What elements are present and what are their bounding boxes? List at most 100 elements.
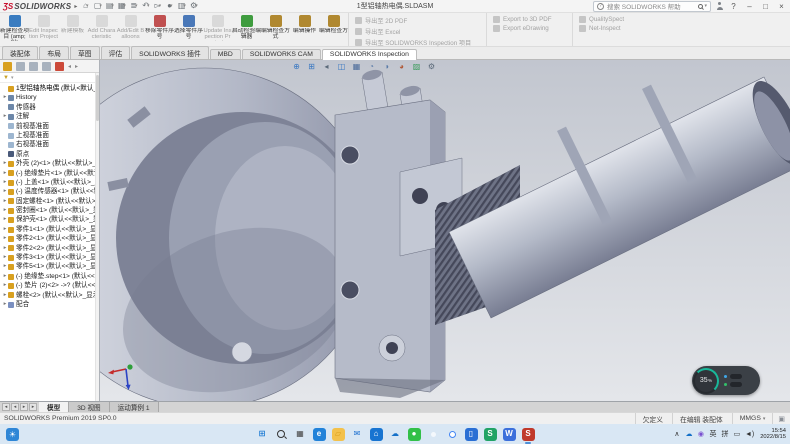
new-template-button[interactable]: 新建模板	[58, 13, 87, 46]
tab-assembly[interactable]: 装配体	[2, 46, 38, 59]
hide-show-items-icon[interactable]: ◑	[380, 60, 393, 72]
export-3d-pdf-button[interactable]: Export to 3D PDF	[493, 16, 568, 23]
wps-icon[interactable]: W	[503, 428, 516, 441]
edit-inspection-project-button[interactable]: Edit Inspection Project	[29, 13, 58, 46]
configurationmanager-tab[interactable]	[29, 62, 38, 71]
recorder-widget[interactable]: 35%	[692, 366, 760, 395]
ime-language-indicator[interactable]: 英	[709, 429, 717, 439]
tree-scrollbar-thumb[interactable]	[96, 75, 99, 121]
tree-item[interactable]: ▸ 零件3<1> (默认<<默认>_显示状态	[0, 253, 99, 262]
tab-sketch[interactable]: 草图	[70, 46, 100, 59]
tray-display-icon[interactable]: ▭	[733, 430, 741, 438]
tray-onedrive-icon[interactable]: ☁	[685, 430, 693, 438]
close-button[interactable]: ×	[776, 2, 787, 11]
tree-item[interactable]: ▸ 外壳 (2)<1> (默认<<默认>_显示状	[0, 159, 99, 168]
task-view-button[interactable]: ▦	[294, 428, 307, 441]
dimxpertmanager-tab[interactable]	[42, 62, 51, 71]
tab-solidworks-cam[interactable]: SOLIDWORKS CAM	[242, 49, 321, 59]
tree-item[interactable]: ▸ 密封圈<1> (默认<<默认>_显示状	[0, 206, 99, 215]
edit-appearance-icon[interactable]: ◕	[395, 60, 408, 72]
tray-chevron-icon[interactable]: ∧	[673, 430, 681, 438]
rebuild-icon[interactable]: ●▾	[165, 1, 174, 12]
tags-icon[interactable]: ▣	[772, 413, 790, 424]
recorder-toggle-2[interactable]	[730, 382, 742, 387]
wechat-icon[interactable]: ●	[408, 428, 421, 441]
export-excel-button[interactable]: 导出至 Excel	[355, 27, 482, 36]
file-explorer-icon[interactable]: ▱	[332, 428, 345, 441]
scroll-first-icon[interactable]: ◂	[2, 403, 10, 411]
photos-icon[interactable]	[427, 428, 440, 441]
tree-item[interactable]: ▸ (-) 绝缘垫片<1> (默认<<默认>_显	[0, 169, 99, 178]
options-icon[interactable]: ⚙▾	[189, 1, 198, 12]
scroll-prev-icon[interactable]: ◂	[11, 403, 19, 411]
export-edrawing-button[interactable]: Export eDrawing	[493, 25, 568, 32]
solidworks-taskbar-icon[interactable]: S	[522, 428, 535, 441]
tree-item[interactable]: ▸ History	[0, 93, 99, 102]
update-inspection-project-button[interactable]: Update Inspection Project	[203, 13, 232, 46]
qualityspect-button[interactable]: QualitySpect	[579, 16, 638, 23]
edit-inspection-data-button[interactable]: 编辑检查方	[319, 13, 348, 46]
featuremanager-tree-tab[interactable]	[3, 62, 12, 71]
remove-balloons-button[interactable]: 移除零件序号	[145, 13, 174, 46]
tab-layout[interactable]: 布局	[39, 46, 69, 59]
file-properties-icon[interactable]: ▥▾	[177, 1, 186, 12]
tree-item[interactable]: ▸ (-) 上盖<1> (默认<<默认>_显示状	[0, 178, 99, 187]
tree-filter-input[interactable]: ▼ ▾	[0, 73, 99, 83]
cad-model-3d-view[interactable]	[100, 60, 790, 401]
edit-operation-button[interactable]: 编辑操作	[290, 13, 319, 46]
zoom-area-icon[interactable]: ⊞	[305, 60, 318, 72]
tree-item[interactable]: 前视基准面	[0, 122, 99, 131]
tree-item[interactable]: 上视基准面	[0, 131, 99, 140]
search-button[interactable]	[275, 428, 288, 441]
save-icon[interactable]: ▦▾	[117, 1, 126, 12]
tree-item[interactable]: 右视基准面	[0, 140, 99, 149]
panel-arrow-left-icon[interactable]: ◂	[68, 63, 71, 70]
tab-mbd[interactable]: MBD	[210, 49, 241, 59]
previous-view-icon[interactable]: ◂	[320, 60, 333, 72]
chrome-icon[interactable]	[446, 428, 459, 441]
net-inspect-button[interactable]: Net-Inspect	[579, 25, 638, 32]
new-document-icon[interactable]: ▢▾	[93, 1, 102, 12]
view-orientation-icon[interactable]: ▦	[350, 60, 363, 72]
ime-pinyin-indicator[interactable]: 拼	[721, 429, 729, 439]
section-view-icon[interactable]: ◫	[335, 60, 348, 72]
undo-icon[interactable]: ↶▾	[141, 1, 150, 12]
tree-item[interactable]: ▸ 保护壳<1> (默认<<默认>_显示状	[0, 215, 99, 224]
select-icon[interactable]: ▻▾	[153, 1, 162, 12]
help-search-input[interactable]: ? 搜索 SOLIDWORKS 帮助 ▾	[593, 1, 711, 12]
widgets-icon[interactable]: ☀	[6, 428, 19, 441]
displaymanager-tab[interactable]	[55, 62, 64, 71]
tab-evaluate[interactable]: 评估	[101, 46, 131, 59]
tree-item[interactable]: ▸ (-) 温度传感器<1> (默认<<默认>	[0, 187, 99, 196]
tree-item[interactable]: ▸ 注解	[0, 112, 99, 121]
tree-item[interactable]: ▸ 配合	[0, 300, 99, 309]
export-inspection-project-button[interactable]: 导出至 SOLIDWORKS Inspection 项目	[355, 38, 482, 47]
propertymanager-tab[interactable]	[16, 62, 25, 71]
mail-icon[interactable]: ✉	[351, 428, 364, 441]
tree-scrollbar[interactable]	[95, 73, 99, 401]
view-settings-icon[interactable]: ⚙	[425, 60, 438, 72]
home-icon[interactable]: ⌂▾	[81, 1, 90, 12]
graphics-viewport[interactable]: ⊕⊞◂◫▦◔◑◕▨⚙ 35%	[100, 60, 790, 401]
edit-inspection-method-button[interactable]: 编辑检查方式	[261, 13, 290, 46]
tree-item[interactable]: ▸ 固定螺栓<1> (默认<<默认>_显示状	[0, 197, 99, 206]
add-edit-balloons-button[interactable]: Add/Edit Balloons	[116, 13, 145, 46]
onedrive-icon[interactable]: ☁	[389, 428, 402, 441]
new-inspection-project-button[interactable]: 新建检查项目 (amp;纠)	[0, 13, 29, 46]
reader-icon[interactable]: ▯	[465, 428, 478, 441]
display-style-icon[interactable]: ◔	[365, 60, 378, 72]
tree-item[interactable]: ▸ (-) 垫片 (2)<2> ->? (默认<<默认>	[0, 281, 99, 290]
scroll-next-icon[interactable]: ▸	[20, 403, 28, 411]
export-2d-pdf-button[interactable]: 导出至 2D PDF	[355, 16, 482, 25]
tree-root[interactable]: 1型铝轴热电偶 (默认<默认_显示状态-1	[0, 84, 99, 93]
taskbar-clock[interactable]: 15:54 2022/8/15	[760, 428, 786, 441]
zoom-fit-icon[interactable]: ⊕	[290, 60, 303, 72]
open-icon[interactable]: ▤▾	[105, 1, 114, 12]
tab-solidworks-addins[interactable]: SOLIDWORKS 插件	[131, 46, 209, 59]
tab-model[interactable]: 模型	[39, 402, 69, 412]
help-button[interactable]: ?	[728, 2, 739, 11]
edge-icon[interactable]: e	[313, 428, 326, 441]
tab-3d-views[interactable]: 3D 视图	[69, 402, 109, 412]
tree-item[interactable]: 传感器	[0, 103, 99, 112]
tree-item[interactable]: ▸ 零件5<1> (默认<<默认>_显示状态	[0, 262, 99, 271]
